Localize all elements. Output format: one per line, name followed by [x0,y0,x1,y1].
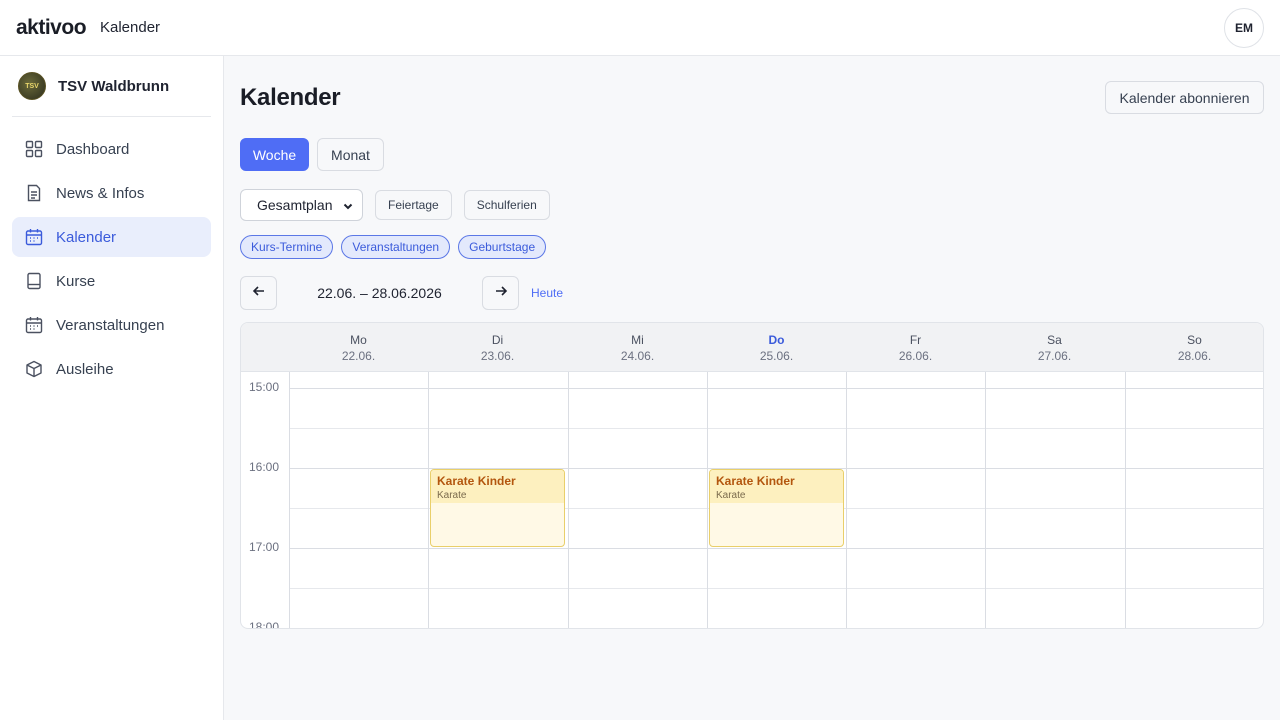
calendar-body[interactable]: 15:00 16:00 17:00 18:00 Karate Kinder Ka… [241,372,1264,629]
day-column-line [846,372,847,628]
plan-select-value: Gesamtplan [257,197,333,213]
time-label: 16:00 [249,460,280,474]
day-date: 25.06. [759,349,794,363]
today-link[interactable]: Heute [531,286,563,300]
event-category: Karate [716,490,746,501]
day-name: Mo [350,333,367,347]
calendar-header: Mo 22.06. Di 23.06. Mi 24.06. Do 25.06. … [241,323,1263,372]
week-navigation: 22.06. – 28.06.2026 Heute [240,276,563,310]
category-chips: Kurs-Termine Veranstaltungen Geburtstage [240,235,554,259]
sidebar-item-label: Veranstaltungen [56,316,165,334]
sidebar-divider [12,116,211,117]
day-header-sa: Sa 27.06. [985,332,1124,364]
date-range: 22.06. – 28.06.2026 [317,285,442,301]
week-calendar: Mo 22.06. Di 23.06. Mi 24.06. Do 25.06. … [240,322,1264,629]
sidebar-item-kurse[interactable]: Kurse [12,261,211,301]
chevron-down-icon [342,199,354,215]
calendar-icon [24,315,44,335]
time-label: 17:00 [249,540,280,554]
app-logo[interactable]: aktivoo [16,16,87,40]
day-name: Mi [631,333,644,347]
sidebar-item-dashboard[interactable]: Dashboard [12,129,211,169]
document-icon [24,183,44,203]
header-title: Kalender [100,19,161,36]
day-header-so: So 28.06. [1125,332,1263,364]
sidebar-item-label: Kurse [56,272,96,290]
week-view-button[interactable]: Woche [240,138,309,171]
grid-icon [24,139,44,159]
day-column-line [707,372,708,628]
sidebar-item-veranstaltungen[interactable]: Veranstaltungen [12,305,211,345]
logo-text: aktivoo [16,16,87,39]
event-karate-kinder-di[interactable]: Karate Kinder Karate [430,469,565,547]
holidays-button[interactable]: Feiertage [375,190,452,220]
half-hour-line [289,428,1263,429]
club-name: TSV Waldbrunn [58,77,170,95]
event-title: Karate Kinder [716,474,795,488]
calendar-icon [24,227,44,247]
hour-line [289,548,1263,549]
top-bar: aktivoo Kalender EM [0,0,1280,56]
plan-select[interactable]: Gesamtplan [240,189,363,221]
day-name: So [1187,333,1202,347]
box-icon [24,359,44,379]
day-date: 22.06. [341,349,376,363]
filter-bar: Gesamtplan Feiertage Schulferien [240,189,550,221]
event-karate-kinder-do[interactable]: Karate Kinder Karate [709,469,844,547]
chip-geburtstage[interactable]: Geburtstage [458,235,547,259]
arrow-left-icon [252,284,266,303]
day-name: Do [768,333,785,347]
day-name: Fr [909,333,922,347]
subscribe-calendar-button[interactable]: Kalender abonnieren [1105,81,1264,114]
day-date: 23.06. [480,349,515,363]
sidebar-item-news[interactable]: News & Infos [12,173,211,213]
book-icon [24,271,44,291]
sidebar: TSV TSV Waldbrunn Dashboard News & Infos… [0,56,224,720]
chip-veranstaltungen[interactable]: Veranstaltungen [341,235,451,259]
sidebar-item-label: Dashboard [56,140,130,158]
page-title: Kalender [240,84,341,111]
day-date: 27.06. [1037,349,1072,363]
next-week-button[interactable] [482,276,519,310]
day-column-line [568,372,569,628]
hour-line [289,388,1263,389]
day-date: 24.06. [620,349,655,363]
event-header: Karate Kinder Karate [431,470,564,503]
time-label: 18:00 [249,620,280,629]
day-column-line [985,372,986,628]
day-header-di: Di 23.06. [428,332,567,364]
view-toggle: Woche Monat [240,138,392,171]
arrow-right-icon [494,284,508,303]
club-switcher[interactable]: TSV TSV Waldbrunn [18,72,169,100]
day-header-mi: Mi 24.06. [568,332,707,364]
month-view-button[interactable]: Monat [317,138,384,171]
school-holidays-button[interactable]: Schulferien [463,190,550,220]
chip-kurs-termine[interactable]: Kurs-Termine [240,235,334,259]
time-label: 15:00 [249,380,280,394]
sidebar-item-kalender[interactable]: Kalender [12,217,211,257]
day-header-mo: Mo 22.06. [289,332,428,364]
event-header: Karate Kinder Karate [710,470,843,503]
day-date: 28.06. [1177,349,1212,363]
user-avatar[interactable]: EM [1224,8,1264,48]
sidebar-item-label: News & Infos [56,184,145,202]
day-name: Di [491,333,504,347]
event-category: Karate [437,490,467,501]
day-date: 26.06. [898,349,933,363]
day-header-do: Do 25.06. [707,332,846,364]
day-column-line [289,372,290,628]
day-header-fr: Fr 26.06. [846,332,985,364]
club-logo: TSV [18,72,46,100]
sidebar-item-label: Ausleihe [56,360,114,378]
sidebar-item-ausleihe[interactable]: Ausleihe [12,349,211,389]
sidebar-item-label: Kalender [56,228,117,246]
event-title: Karate Kinder [437,474,516,488]
sidebar-nav: Dashboard News & Infos Kalender Kurse Ve… [12,129,211,393]
half-hour-line [289,588,1263,589]
day-column-line [1125,372,1126,628]
hour-line [289,628,1264,629]
day-name: Sa [1047,333,1062,347]
previous-week-button[interactable] [240,276,277,310]
day-column-line [428,372,429,628]
